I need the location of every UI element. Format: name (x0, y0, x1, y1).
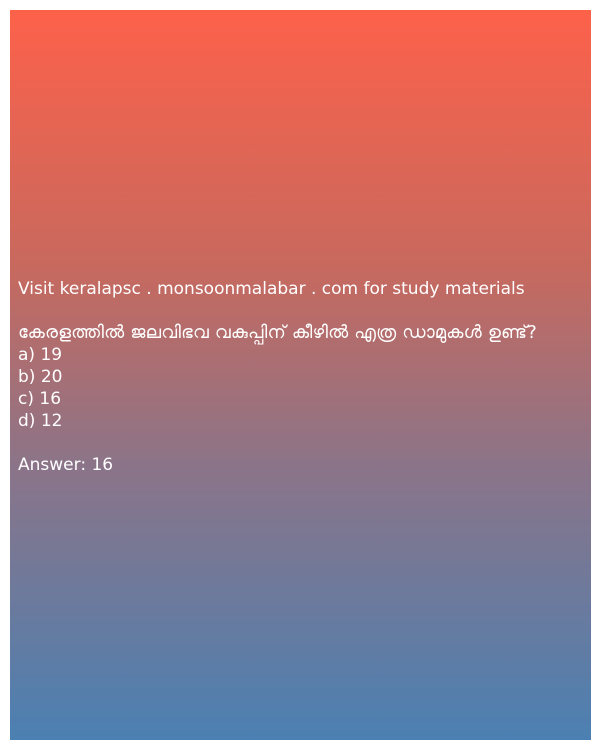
quiz-content: Visit keralapsc . monsoonmalabar . com f… (18, 278, 588, 476)
option-c: c) 16 (18, 389, 62, 409)
option-a: a) 19 (18, 345, 63, 365)
question-text: കേരളത്തിൽ ജലവിഭവ വകുപ്പിന് കീഴിൽ എത്ര ഡാ… (18, 322, 537, 343)
quiz-card: Visit keralapsc . monsoonmalabar . com f… (10, 10, 591, 740)
answer-text: Answer: 16 (18, 455, 114, 475)
visit-text: Visit keralapsc . monsoonmalabar . com f… (18, 279, 525, 299)
option-d: d) 12 (18, 411, 63, 431)
option-b: b) 20 (18, 367, 63, 387)
